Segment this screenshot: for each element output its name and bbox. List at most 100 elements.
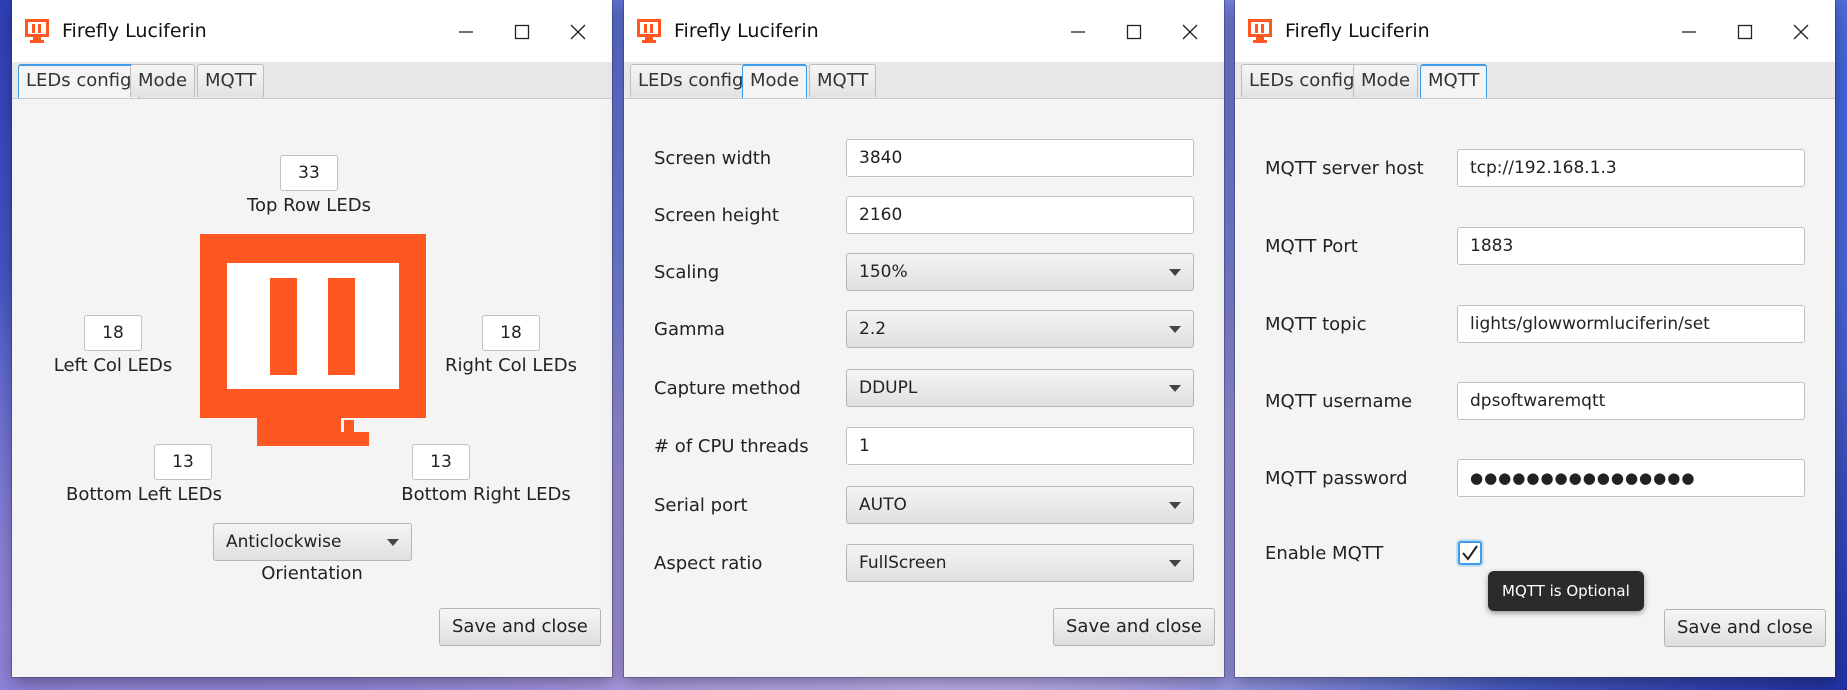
cpu-threads-label: # of CPU threads: [654, 436, 809, 457]
window-title: Firefly Luciferin: [674, 20, 819, 42]
tab-mqtt[interactable]: MQTT: [197, 64, 265, 97]
mqtt-topic-label: MQTT topic: [1265, 314, 1367, 335]
cpu-threads-input[interactable]: 1: [846, 427, 1194, 465]
maximize-button[interactable]: [1717, 12, 1773, 52]
chevron-down-icon: [1169, 269, 1181, 276]
title-bar[interactable]: Firefly Luciferin: [624, 0, 1224, 62]
tab-mode[interactable]: Mode: [130, 64, 196, 97]
window-mqtt: Firefly Luciferin LEDs config Mode MQTT …: [1235, 0, 1835, 677]
mqtt-topic-input[interactable]: lights/glowwormluciferin/set: [1457, 305, 1805, 343]
mode-panel: Screen width 3840 Screen height 2160 Sca…: [624, 98, 1224, 677]
chevron-down-icon: [1169, 326, 1181, 333]
window-mode: Firefly Luciferin LEDs config Mode MQTT …: [624, 0, 1224, 677]
window-title: Firefly Luciferin: [1285, 20, 1430, 42]
right-leds-input[interactable]: 18: [482, 315, 540, 351]
close-icon: [1182, 24, 1198, 40]
window-title: Firefly Luciferin: [62, 20, 207, 42]
close-icon: [570, 24, 586, 40]
aspect-ratio-value: FullScreen: [859, 553, 947, 573]
maximize-button[interactable]: [1106, 12, 1162, 52]
minimize-icon: [1071, 31, 1085, 33]
top-leds-label: Top Row LEDs: [247, 195, 371, 216]
enable-mqtt-checkbox[interactable]: [1458, 541, 1482, 565]
left-leds-label: Left Col LEDs: [53, 355, 173, 376]
tab-bar: LEDs config Mode MQTT: [624, 62, 1224, 99]
leds-config-panel: 33 Top Row LEDs 18 Left Col LEDs 18 Righ…: [12, 98, 612, 677]
screen-height-input[interactable]: 2160: [846, 196, 1194, 234]
close-button[interactable]: [1773, 12, 1829, 52]
top-leds-input[interactable]: 33: [280, 155, 338, 191]
monitor-illustration-icon: [200, 234, 426, 446]
close-icon: [1793, 24, 1809, 40]
minimize-button[interactable]: [1661, 12, 1717, 52]
aspect-ratio-label: Aspect ratio: [654, 553, 763, 574]
bottom-left-leds-input[interactable]: 13: [154, 444, 212, 480]
mqtt-port-input[interactable]: 1883: [1457, 227, 1805, 265]
mqtt-username-input[interactable]: dpsoftwaremqtt: [1457, 382, 1805, 420]
capture-method-select[interactable]: DDUPL: [846, 369, 1194, 407]
tab-leds-config[interactable]: LEDs config: [18, 64, 140, 98]
tab-bar: LEDs config Mode MQTT: [1235, 62, 1835, 99]
tab-bar: LEDs config Mode MQTT: [12, 62, 612, 99]
tab-mqtt[interactable]: MQTT: [809, 64, 877, 97]
chevron-down-icon: [387, 539, 399, 546]
save-and-close-button[interactable]: Save and close: [1053, 608, 1215, 646]
maximize-icon: [1126, 24, 1142, 40]
title-bar[interactable]: Firefly Luciferin: [12, 0, 612, 62]
serial-port-value: AUTO: [859, 495, 907, 515]
scaling-value: 150%: [859, 262, 908, 282]
minimize-button[interactable]: [438, 12, 494, 52]
mqtt-host-input[interactable]: tcp://192.168.1.3: [1457, 149, 1805, 187]
capture-method-label: Capture method: [654, 378, 801, 399]
mqtt-host-label: MQTT server host: [1265, 158, 1424, 179]
right-leds-label: Right Col LEDs: [444, 355, 578, 376]
gamma-select[interactable]: 2.2: [846, 310, 1194, 348]
serial-port-select[interactable]: AUTO: [846, 486, 1194, 524]
minimize-button[interactable]: [1050, 12, 1106, 52]
gamma-value: 2.2: [859, 319, 887, 339]
orientation-value: Anticlockwise: [226, 532, 342, 552]
maximize-icon: [514, 24, 530, 40]
mqtt-password-input[interactable]: ●●●●●●●●●●●●●●●●: [1457, 459, 1805, 497]
tab-mode[interactable]: Mode: [1353, 64, 1419, 97]
title-bar[interactable]: Firefly Luciferin: [1235, 0, 1835, 62]
gamma-label: Gamma: [654, 319, 726, 340]
serial-port-label: Serial port: [654, 495, 748, 516]
monitor-icon: [637, 19, 661, 43]
tab-leds-config[interactable]: LEDs config: [630, 64, 752, 97]
maximize-button[interactable]: [494, 12, 550, 52]
mqtt-port-label: MQTT Port: [1265, 236, 1358, 257]
window-leds-config: Firefly Luciferin LEDs config Mode MQTT …: [12, 0, 612, 677]
tab-mode[interactable]: Mode: [742, 64, 808, 98]
tab-leds-config[interactable]: LEDs config: [1241, 64, 1363, 97]
mqtt-password-label: MQTT password: [1265, 468, 1408, 489]
left-leds-input[interactable]: 18: [84, 315, 142, 351]
save-and-close-button[interactable]: Save and close: [1664, 609, 1826, 647]
chevron-down-icon: [1169, 560, 1181, 567]
chevron-down-icon: [1169, 385, 1181, 392]
mqtt-optional-tooltip: MQTT is Optional: [1488, 571, 1644, 611]
bottom-right-leds-input[interactable]: 13: [412, 444, 470, 480]
screen-height-label: Screen height: [654, 205, 779, 226]
save-and-close-button[interactable]: Save and close: [439, 608, 601, 646]
bottom-left-leds-label: Bottom Left LEDs: [66, 484, 222, 505]
monitor-icon: [1248, 19, 1272, 43]
close-button[interactable]: [550, 12, 606, 52]
aspect-ratio-select[interactable]: FullScreen: [846, 544, 1194, 582]
enable-mqtt-label: Enable MQTT: [1265, 543, 1384, 564]
capture-method-value: DDUPL: [859, 378, 918, 398]
mqtt-username-label: MQTT username: [1265, 391, 1413, 412]
scaling-label: Scaling: [654, 262, 720, 283]
checkmark-icon: [1462, 545, 1478, 561]
orientation-select[interactable]: Anticlockwise: [213, 523, 412, 561]
mqtt-panel: MQTT server host tcp://192.168.1.3 MQTT …: [1235, 98, 1835, 677]
monitor-icon: [25, 19, 49, 43]
minimize-icon: [459, 31, 473, 33]
orientation-label: Orientation: [261, 563, 363, 584]
scaling-select[interactable]: 150%: [846, 253, 1194, 291]
screen-width-input[interactable]: 3840: [846, 139, 1194, 177]
close-button[interactable]: [1162, 12, 1218, 52]
minimize-icon: [1682, 31, 1696, 33]
bottom-right-leds-label: Bottom Right LEDs: [401, 484, 571, 505]
tab-mqtt[interactable]: MQTT: [1420, 64, 1488, 98]
